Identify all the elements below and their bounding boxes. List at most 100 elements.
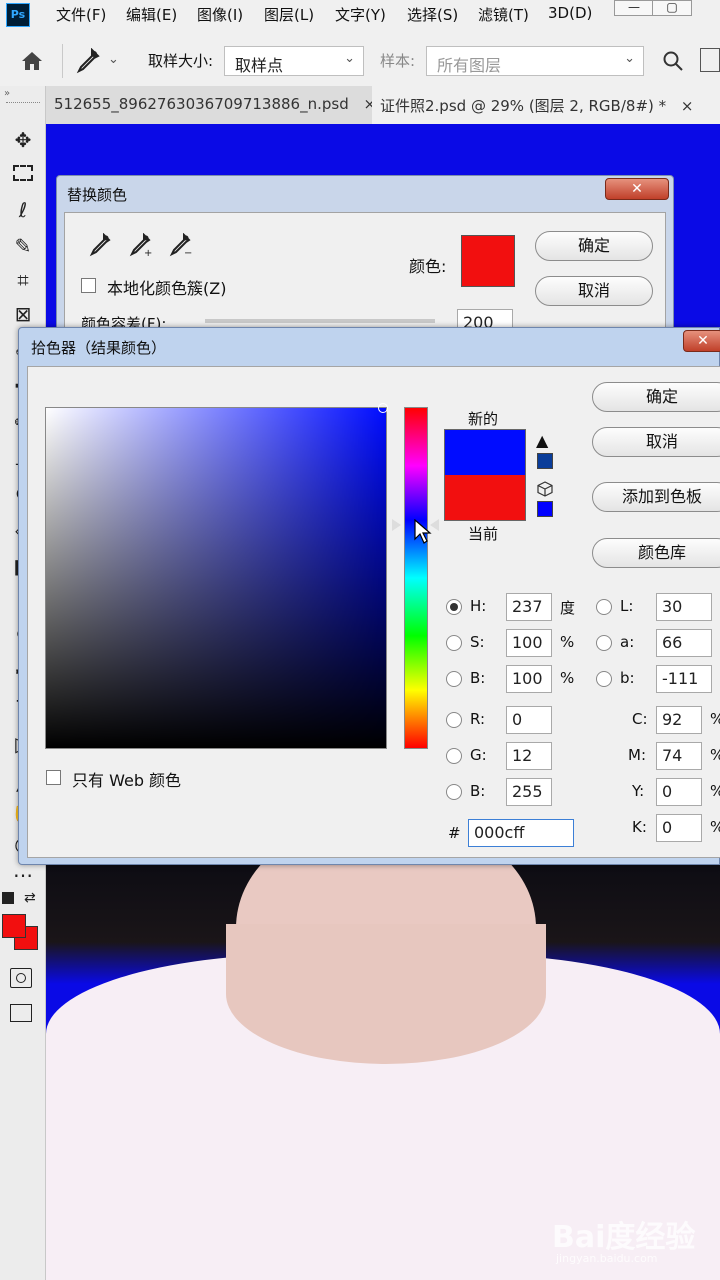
eyedropper-plus-icon[interactable]: +	[129, 233, 153, 257]
green-radio[interactable]	[446, 748, 462, 764]
tolerance-slider[interactable]	[205, 319, 435, 323]
saturation-input[interactable]: 100	[506, 629, 552, 657]
menu-type[interactable]: 文字(Y)	[335, 4, 386, 25]
blue-radio[interactable]	[446, 784, 462, 800]
color-field-cursor[interactable]	[378, 403, 388, 413]
crop-tool-icon[interactable]: ⌗	[8, 266, 38, 294]
hex-input[interactable]: 000cff	[468, 819, 574, 847]
blue-input[interactable]: 255	[506, 778, 552, 806]
web-colors-only-checkbox[interactable]	[46, 770, 61, 785]
lab-l-radio[interactable]	[596, 599, 612, 615]
picker-ok-button[interactable]: 确定	[592, 382, 720, 412]
green-input[interactable]: 12	[506, 742, 552, 770]
yellow-input[interactable]: 0	[656, 778, 702, 806]
brightness-input[interactable]: 100	[506, 665, 552, 693]
localized-clusters-label: 本地化颜色簇(Z)	[107, 279, 227, 298]
localized-clusters-checkbox[interactable]	[81, 278, 96, 293]
move-tool-icon[interactable]: ✥	[8, 126, 38, 154]
swap-colors-icon[interactable]: ⇄	[24, 890, 36, 906]
hue-input[interactable]: 237	[506, 593, 552, 621]
eyedropper-icon[interactable]	[76, 48, 100, 74]
sample-size-select[interactable]: 取样点 ⌄	[224, 46, 364, 76]
picker-cancel-button[interactable]: 取消	[592, 427, 720, 457]
menu-file[interactable]: 文件(F)	[56, 4, 106, 25]
tab-label: 512655_8962763036709713886_n.psd	[54, 95, 349, 113]
menu-image[interactable]: 图像(I)	[197, 4, 243, 25]
hue-label: H:	[470, 597, 487, 615]
color-libraries-button[interactable]: 颜色库	[592, 538, 720, 568]
workspace-icon[interactable]	[700, 48, 720, 72]
quick-mask-icon[interactable]	[10, 968, 32, 988]
marquee-tool-icon[interactable]	[8, 160, 38, 188]
black-label: K:	[632, 818, 647, 836]
color-picker-close-button[interactable]: ✕	[683, 330, 720, 352]
lab-l-input[interactable]: 30	[656, 593, 712, 621]
default-colors-icon[interactable]	[2, 892, 14, 904]
lab-b-radio[interactable]	[596, 671, 612, 687]
replace-color-swatch[interactable]	[461, 235, 515, 287]
sample-label: 样本:	[380, 52, 416, 70]
menu-layer[interactable]: 图层(L)	[264, 4, 314, 25]
hue-slider[interactable]	[404, 407, 428, 749]
web-safe-cube-icon[interactable]	[537, 481, 553, 497]
brightness-label: B:	[470, 669, 486, 687]
sample-chevron-down-icon: ⌄	[624, 51, 635, 66]
blue-label: B:	[470, 782, 486, 800]
foreground-color-swatch[interactable]	[2, 914, 26, 938]
out-of-gamut-warning-icon[interactable]: ▲	[536, 431, 548, 450]
tool-preset-chevron-down-icon[interactable]: ⌄	[108, 52, 119, 67]
current-color-swatch[interactable]	[444, 475, 526, 521]
replace-ok-button[interactable]: 确定	[535, 231, 653, 261]
add-to-swatches-button[interactable]: 添加到色板	[592, 482, 720, 512]
menu-3d[interactable]: 3D(D)	[548, 4, 592, 22]
saturation-label: S:	[470, 633, 485, 651]
yellow-label: Y:	[632, 782, 645, 800]
lab-a-input[interactable]: 66	[656, 629, 712, 657]
lab-l-label: L:	[620, 597, 634, 615]
maximize-button[interactable]: ▢	[652, 0, 692, 16]
hue-slider-left-arrow[interactable]	[392, 519, 401, 531]
color-label: 颜色:	[409, 257, 447, 276]
saturation-radio[interactable]	[446, 635, 462, 651]
lab-a-label: a:	[620, 633, 635, 651]
tab-document-1[interactable]: 512655_8962763036709713886_n.psd ×	[46, 86, 376, 124]
replace-color-title: 替换颜色	[67, 186, 128, 204]
minimize-button[interactable]: —	[614, 0, 654, 16]
red-label: R:	[470, 710, 486, 728]
lab-b-input[interactable]: -111	[656, 665, 712, 693]
replace-color-dialog: 替换颜色 ✕ + − 本地化颜色簇(Z) 颜色: 颜色容差(F): 200 确定…	[56, 175, 674, 351]
eyedropper-icon[interactable]	[89, 233, 111, 257]
home-icon[interactable]	[20, 50, 44, 72]
hue-radio[interactable]	[446, 599, 462, 615]
brightness-radio[interactable]	[446, 671, 462, 687]
web-safe-color-swatch[interactable]	[537, 501, 553, 517]
tab-close-icon[interactable]: ×	[681, 97, 694, 115]
lasso-tool-icon[interactable]: ℓ	[8, 196, 38, 224]
red-radio[interactable]	[446, 712, 462, 728]
menu-edit[interactable]: 编辑(E)	[126, 4, 177, 25]
saturation-brightness-field[interactable]	[45, 403, 388, 749]
cyan-input[interactable]: 92	[656, 706, 702, 734]
search-icon[interactable]	[662, 50, 684, 72]
quick-select-tool-icon[interactable]: ✎	[8, 232, 38, 260]
screen-mode-icon[interactable]	[10, 1004, 32, 1022]
replace-cancel-button[interactable]: 取消	[535, 276, 653, 306]
hue-unit: 度	[560, 599, 576, 617]
black-input[interactable]: 0	[656, 814, 702, 842]
magenta-input[interactable]: 74	[656, 742, 702, 770]
gamut-color-swatch[interactable]	[537, 453, 553, 469]
tab-document-2[interactable]: 证件照2.psd @ 29% (图层 2, RGB/8#) * ×	[372, 86, 720, 124]
eyedropper-minus-icon[interactable]: −	[169, 233, 193, 257]
lab-b-label: b:	[620, 669, 635, 687]
frame-tool-icon[interactable]: ⊠	[8, 300, 38, 328]
collapse-icon[interactable]: »	[4, 88, 10, 99]
tab-label: 证件照2.psd @ 29% (图层 2, RGB/8#) *	[380, 97, 667, 115]
menu-select[interactable]: 选择(S)	[407, 4, 458, 25]
menu-bar: Ps 文件(F) 编辑(E) 图像(I) 图层(L) 文字(Y) 选择(S) 滤…	[0, 0, 720, 30]
red-input[interactable]: 0	[506, 706, 552, 734]
menu-filter[interactable]: 滤镜(T)	[478, 4, 529, 25]
lab-a-radio[interactable]	[596, 635, 612, 651]
replace-color-close-button[interactable]: ✕	[605, 178, 669, 200]
sample-select[interactable]: 所有图层 ⌄	[426, 46, 644, 76]
black-unit: %	[710, 818, 720, 836]
